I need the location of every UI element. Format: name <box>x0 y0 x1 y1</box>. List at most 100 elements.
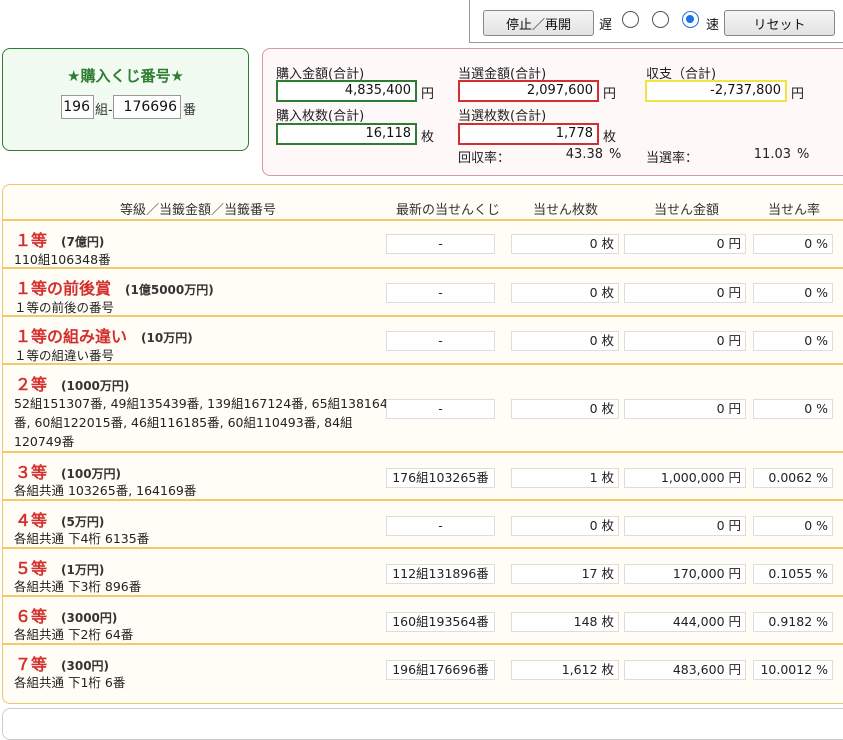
count-cell: 0 枚 <box>511 283 619 303</box>
purchase-count-label: 購入枚数(合計) <box>276 109 365 124</box>
win-rate-value: 11.03 <box>753 147 791 162</box>
amount-cell: 1,000,000 円 <box>624 468 746 488</box>
grade-amount: (3000円) <box>61 611 118 625</box>
grade-label: １等 (7億円) <box>15 231 105 250</box>
table-row: ７等 (300円) 各組共通 下1桁 6番 196組176696番 1,612 枚… <box>3 643 843 703</box>
ticket-number-field[interactable]: 176696 <box>113 95 181 119</box>
header-count: 当せん枚数 <box>533 203 599 218</box>
grade-desc: 各組共通 下1桁 6番 <box>14 675 126 690</box>
amount-cell: 0 円 <box>624 234 746 254</box>
reset-button[interactable]: リセット <box>724 10 835 36</box>
summary-panel: 購入金額(合計) 4,835,400 円 購入枚数(合計) 16,118 枚 当… <box>262 48 843 176</box>
speed-radio-2[interactable] <box>652 11 669 28</box>
return-rate-unit: % <box>609 147 622 162</box>
grade-desc: 各組共通 下2桁 64番 <box>14 627 134 642</box>
table-row: １等 (7億円) 110組106348番 - 0 枚 0 円 0 % <box>3 219 843 267</box>
count-cell: 17 枚 <box>511 564 619 584</box>
grade-label: １等の前後賞 (1億5000万円) <box>15 279 214 298</box>
latest-cell: - <box>386 331 495 351</box>
ticket-panel: ★購入くじ番号★ 196 組- 176696 番 <box>2 48 249 151</box>
grade-amount: (5万円) <box>61 515 105 529</box>
grade-amount: (1万円) <box>61 563 105 577</box>
latest-cell: 176組103265番 <box>386 468 495 488</box>
latest-cell: - <box>386 283 495 303</box>
header-rate: 当せん率 <box>768 203 821 218</box>
amount-cell: 0 円 <box>624 331 746 351</box>
count-cell: 1,612 枚 <box>511 660 619 680</box>
purchase-count-unit: 枚 <box>421 130 435 145</box>
rate-cell: 0 % <box>753 399 833 419</box>
table-row: ２等 (1000万円) 52組151307番, 49組135439番, 139組1… <box>3 363 843 451</box>
rate-cell: 0 % <box>753 331 833 351</box>
latest-cell: - <box>386 516 495 536</box>
win-rate-label: 当選率： <box>646 151 699 166</box>
amount-cell: 170,000 円 <box>624 564 746 584</box>
grade-label: ６等 (3000円) <box>15 607 118 626</box>
table-row: １等の前後賞 (1億5000万円) １等の前後の番号 - 0 枚 0 円 0 % <box>3 267 843 315</box>
grade-label: ２等 (1000万円) <box>15 375 130 394</box>
return-rate-value: 43.38 <box>565 147 603 162</box>
latest-cell: 160組193564番 <box>386 612 495 632</box>
latest-cell: - <box>386 399 495 419</box>
grade-amount: (1億5000万円) <box>125 283 214 297</box>
win-count-unit: 枚 <box>603 130 617 145</box>
count-cell: 0 枚 <box>511 399 619 419</box>
rate-cell: 0 % <box>753 234 833 254</box>
rate-cell: 0 % <box>753 516 833 536</box>
grade-desc: 52組151307番, 49組135439番, 139組167124番, 65組… <box>14 394 388 451</box>
amount-cell: 0 円 <box>624 516 746 536</box>
speed-radio-1[interactable] <box>622 11 639 28</box>
table-row: １等の組み違い (10万円) １等の組違い番号 - 0 枚 0 円 0 % <box>3 315 843 363</box>
win-amount-unit: 円 <box>603 87 617 102</box>
amount-cell: 483,600 円 <box>624 660 746 680</box>
rate-cell: 0.1055 % <box>753 564 833 584</box>
grade-desc: 各組共通 103265番, 164169番 <box>14 483 197 498</box>
purchase-amount-field: 4,835,400 <box>276 80 417 102</box>
ticket-title: ★購入くじ番号★ <box>67 67 184 85</box>
group-suffix: 組- <box>95 103 113 118</box>
balance-field: -2,737,800 <box>645 80 787 102</box>
grade-amount: (7億円) <box>61 235 105 249</box>
stop-resume-button[interactable]: 停止／再開 <box>483 10 594 36</box>
table-row: ３等 (100万円) 各組共通 103265番, 164169番 176組1032… <box>3 451 843 499</box>
grade-label: ４等 (5万円) <box>15 511 105 530</box>
purchase-amount-unit: 円 <box>421 87 435 102</box>
grade-label: ３等 (100万円) <box>15 463 122 482</box>
latest-cell: 196組176696番 <box>386 660 495 680</box>
number-suffix: 番 <box>183 103 197 118</box>
grade-amount: (300円) <box>61 659 110 673</box>
count-cell: 0 枚 <box>511 331 619 351</box>
header-grade: 等級／当籤金額／当籤番号 <box>120 203 277 218</box>
grade-desc: 各組共通 下4桁 6135番 <box>14 531 150 546</box>
win-count-label: 当選枚数(合計) <box>458 109 547 124</box>
fast-label: 速 <box>706 18 720 33</box>
header-latest: 最新の当せんくじ <box>396 203 501 218</box>
grade-label: ７等 (300円) <box>15 655 110 674</box>
amount-cell: 444,000 円 <box>624 612 746 632</box>
slow-label: 遅 <box>599 18 613 33</box>
table-row: ４等 (5万円) 各組共通 下4桁 6135番 - 0 枚 0 円 0 % <box>3 499 843 547</box>
grade-amount: (1000万円) <box>61 379 130 393</box>
prize-table: 等級／当籤金額／当籤番号 最新の当せんくじ 当せん枚数 当せん金額 当せん率 １… <box>2 184 843 704</box>
speed-radio-3[interactable] <box>682 11 699 28</box>
rate-cell: 0 % <box>753 283 833 303</box>
grade-amount: (10万円) <box>141 331 193 345</box>
purchase-count-field: 16,118 <box>276 123 417 145</box>
bottom-panel <box>2 708 843 740</box>
amount-cell: 0 円 <box>624 283 746 303</box>
return-rate-label: 回収率： <box>458 151 511 166</box>
amount-cell: 0 円 <box>624 399 746 419</box>
table-row: ５等 (1万円) 各組共通 下3桁 896番 112組131896番 17 枚 1… <box>3 547 843 595</box>
table-row: ６等 (3000円) 各組共通 下2桁 64番 160組193564番 148 枚… <box>3 595 843 643</box>
latest-cell: - <box>386 234 495 254</box>
rate-cell: 0.0062 % <box>753 468 833 488</box>
count-cell: 0 枚 <box>511 516 619 536</box>
count-cell: 0 枚 <box>511 234 619 254</box>
rate-cell: 0.9182 % <box>753 612 833 632</box>
control-bar: 停止／再開 遅 速 リセット <box>469 0 843 43</box>
ticket-group-field[interactable]: 196 <box>61 95 94 119</box>
grade-amount: (100万円) <box>61 467 122 481</box>
desc-line: 52組151307番, 49組135439番, 139組167124番, 65組… <box>14 396 388 411</box>
count-cell: 148 枚 <box>511 612 619 632</box>
desc-line: 番, 60組122015番, 46組116185番, 60組110493番, 8… <box>14 415 353 430</box>
